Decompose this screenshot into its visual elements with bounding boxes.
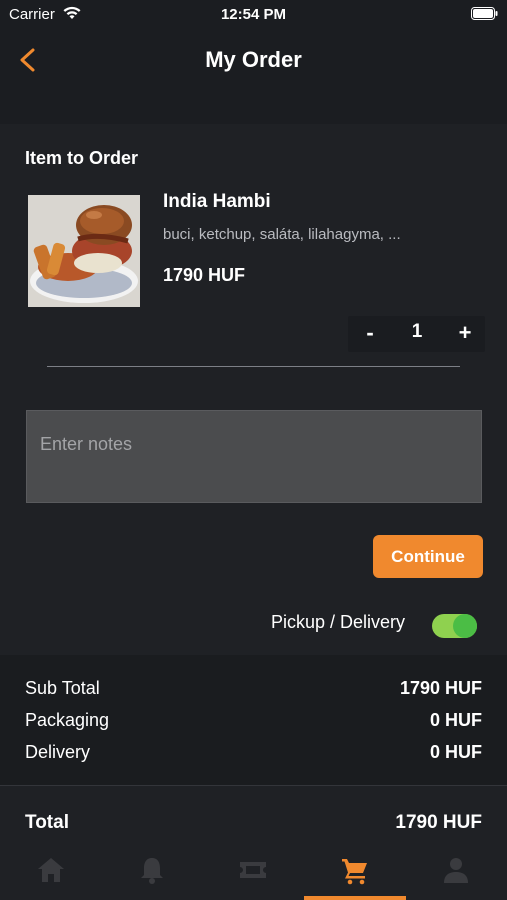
item-photo [28, 195, 140, 307]
ticket-icon [240, 862, 266, 878]
tab-home[interactable] [0, 845, 101, 900]
clock-label: 12:54 PM [220, 6, 287, 23]
subtotal-row: Sub Total 1790 HUF [25, 678, 482, 702]
packaging-value: 0 HUF [429, 710, 482, 730]
tab-bar [0, 845, 507, 900]
tab-notifications[interactable] [101, 845, 202, 900]
increase-quantity-button[interactable]: + [452, 320, 478, 346]
status-bar: Carrier 12:54 PM [0, 0, 507, 30]
battery-icon [471, 7, 498, 20]
quantity-value: 1 [411, 321, 423, 342]
subtotal-value: 1790 HUF [399, 678, 482, 698]
tab-profile[interactable] [405, 845, 506, 900]
summary-divider [0, 785, 507, 786]
packaging-row: Packaging 0 HUF [25, 710, 482, 734]
total-row: Total 1790 HUF [25, 812, 482, 838]
total-value: 1790 HUF [395, 812, 482, 833]
tab-tickets[interactable] [202, 845, 303, 900]
subtotal-label: Sub Total [25, 678, 100, 698]
packaging-label: Packaging [25, 710, 110, 730]
decrease-quantity-button[interactable]: - [358, 320, 382, 346]
quantity-stepper: - 1 + [348, 316, 485, 352]
total-label: Total [25, 812, 69, 833]
delivery-label: Delivery [25, 742, 91, 762]
notes-field[interactable] [26, 410, 482, 503]
delivery-row: Delivery 0 HUF [25, 742, 482, 766]
item-description: buci, ketchup, saláta, lilahagyma, ... [163, 226, 401, 243]
pickup-delivery-toggle[interactable] [432, 614, 477, 638]
section-title: Item to Order [25, 148, 139, 168]
divider [47, 366, 460, 367]
page-title: My Order [205, 47, 302, 72]
delivery-value: 0 HUF [429, 742, 482, 762]
navigation-bar: My Order [0, 30, 507, 124]
item-price: 1790 HUF [163, 265, 246, 285]
tab-cart[interactable] [304, 845, 405, 900]
pickup-delivery-label: Pickup / Delivery [271, 612, 406, 632]
burger-image [28, 195, 140, 307]
bell-icon [141, 858, 163, 884]
home-icon [38, 858, 64, 882]
continue-button[interactable]: Continue [373, 535, 483, 578]
cart-icon [342, 859, 367, 885]
person-icon [444, 858, 468, 883]
active-tab-indicator [304, 896, 406, 900]
toggle-knob [453, 614, 477, 638]
item-name: India Hambi [163, 191, 271, 212]
